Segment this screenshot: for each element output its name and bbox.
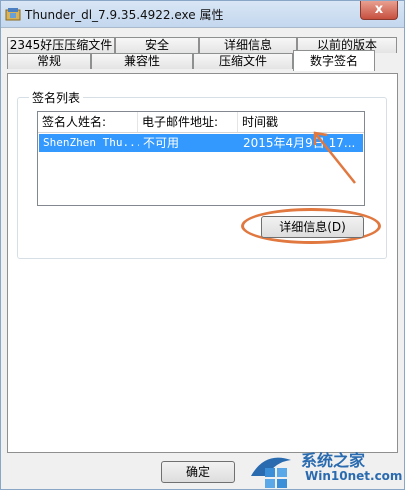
tab-compatibility[interactable]: 兼容性	[91, 53, 193, 69]
window-title: Thunder_dl_7.9.35.4922.exe 属性	[25, 8, 224, 22]
signature-list-label: 签名列表	[29, 89, 84, 106]
email-cell: 不可用	[143, 136, 180, 150]
tab-security[interactable]: 安全	[115, 37, 199, 53]
tab-general[interactable]: 常规	[7, 53, 91, 69]
close-icon: x	[374, 2, 384, 17]
ok-button[interactable]: 确定	[161, 461, 235, 483]
tab-archive[interactable]: 压缩文件	[193, 53, 293, 69]
tab-2345-archive[interactable]: 2345好压压缩文件	[7, 37, 115, 53]
tab-strip: 2345好压压缩文件 安全 详细信息 以前的版本 常规 兼容性 压缩文件 数字签…	[7, 35, 399, 75]
details-button[interactable]: 详细信息(D)	[261, 216, 364, 238]
watermark-url: Win10net.com	[305, 469, 403, 483]
tab-details[interactable]: 详细信息	[199, 37, 297, 53]
close-button[interactable]: x	[360, 1, 398, 20]
watermark-title: 系统之家	[301, 451, 366, 470]
annotation-arrow	[313, 131, 356, 184]
column-signer-name[interactable]: 签名人姓名:	[38, 112, 138, 132]
properties-window: Thunder_dl_7.9.35.4922.exe 属性 x 2345好压压缩…	[0, 0, 405, 490]
title-bar[interactable]: Thunder_dl_7.9.35.4922.exe 属性 x	[1, 1, 404, 28]
signer-name-cell: ShenZhen Thu...	[43, 136, 139, 149]
column-email[interactable]: 电子邮件地址:	[138, 112, 238, 132]
tab-digital-signatures[interactable]: 数字签名	[293, 50, 375, 71]
app-icon	[5, 8, 21, 21]
